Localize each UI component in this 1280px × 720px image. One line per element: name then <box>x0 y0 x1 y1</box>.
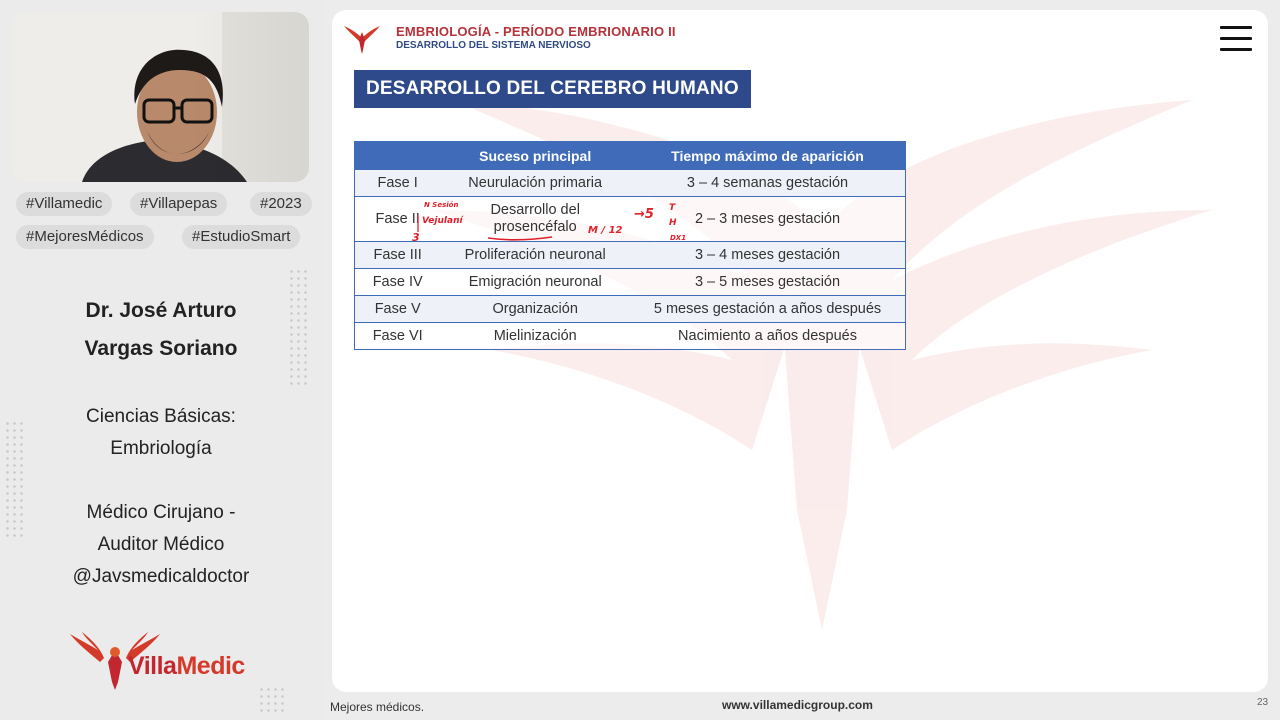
table-row: Fase V Organización 5 meses gestación a … <box>354 295 906 323</box>
phase-cell: Fase VI <box>354 322 441 350</box>
doctor-name-line1: Dr. José Arturo <box>85 299 237 322</box>
time-cell: Nacimiento a años después <box>630 322 906 350</box>
social-handle: @Javsmedicaldoctor <box>72 566 250 587</box>
hashtag: #MejoresMédicos <box>16 225 154 249</box>
table-row: Fase I Neurulación primaria 3 – 4 semana… <box>354 169 906 197</box>
page-number: 23 <box>1257 697 1269 708</box>
event-cell: Mielinización <box>440 322 631 350</box>
time-cell: 2 – 3 meses gestación <box>630 196 906 242</box>
role-line1: Médico Cirujano - <box>86 502 236 523</box>
phase-cell: Fase I <box>354 169 441 197</box>
table-header <box>354 141 441 170</box>
presenter-sidebar: #Villamedic #Villapepas #2023 #MejoresMé… <box>0 0 322 720</box>
phase-cell: Fase II <box>354 196 441 242</box>
doctor-name-line2: Vargas Soriano <box>84 337 238 360</box>
role-line2: Auditor Médico <box>97 534 225 555</box>
table-header: Tiempo máximo de aparición <box>630 141 906 170</box>
time-cell: 3 – 4 semanas gestación <box>630 169 906 197</box>
table-header: Suceso principal <box>440 141 631 170</box>
brain-development-table: Suceso principal Tiempo máximo de aparic… <box>354 141 906 350</box>
villamedic-logo-text: VillaMedic <box>128 652 245 681</box>
hashtag: #Villapepas <box>130 192 228 216</box>
course-title: EMBRIOLOGÍA - PERÍODO EMBRIONARIO II <box>396 24 676 39</box>
table-row: Fase II Desarrollo del prosencéfalo 2 – … <box>354 196 906 242</box>
hamburger-menu-icon[interactable] <box>1220 26 1252 52</box>
time-cell: 3 – 5 meses gestación <box>630 268 906 296</box>
footer-tagline: Mejores médicos. <box>330 700 425 714</box>
time-cell: 3 – 4 meses gestación <box>630 241 906 269</box>
table-row: Fase IV Emigración neuronal 3 – 5 meses … <box>354 268 906 296</box>
event-cell: Neurulación primaria <box>440 169 631 197</box>
logo-medic: Medic <box>176 652 245 680</box>
presentation-slide: EMBRIOLOGÍA - PERÍODO EMBRIONARIO II DES… <box>332 10 1268 692</box>
phase-cell: Fase III <box>354 241 441 269</box>
phase-cell: Fase V <box>354 295 441 323</box>
area-line2: Embriología <box>110 438 212 459</box>
event-cell: Proliferación neuronal <box>440 241 631 269</box>
event-cell: Organización <box>440 295 631 323</box>
hashtag: #2023 <box>250 192 312 216</box>
course-subtitle: DESARROLLO DEL SISTEMA NERVIOSO <box>396 40 591 51</box>
section-title: DESARROLLO DEL CEREBRO HUMANO <box>354 70 751 108</box>
logo-villa: Villa <box>128 652 177 680</box>
event-cell: Desarrollo del prosencéfalo <box>440 196 631 242</box>
table-row: Fase VI Mielinización Nacimiento a años … <box>354 322 906 350</box>
event-cell: Emigración neuronal <box>440 268 631 296</box>
event-line2: prosencéfalo <box>493 219 577 235</box>
time-cell: 5 meses gestación a años después <box>630 295 906 323</box>
hashtag: #EstudioSmart <box>182 225 301 249</box>
presenter-webcam <box>12 12 309 182</box>
area-line1: Ciencias Básicas: <box>86 406 236 427</box>
phoenix-logo-icon <box>344 26 380 54</box>
hashtag: #Villamedic <box>16 192 113 216</box>
table-row: Fase III Proliferación neuronal 3 – 4 me… <box>354 241 906 269</box>
event-line1: Desarrollo del <box>490 202 580 218</box>
footer-website[interactable]: www.villamedicgroup.com <box>722 698 873 712</box>
phase-cell: Fase IV <box>354 268 441 296</box>
table-header-row: Suceso principal Tiempo máximo de aparic… <box>354 141 906 170</box>
dot-pattern <box>258 686 288 716</box>
